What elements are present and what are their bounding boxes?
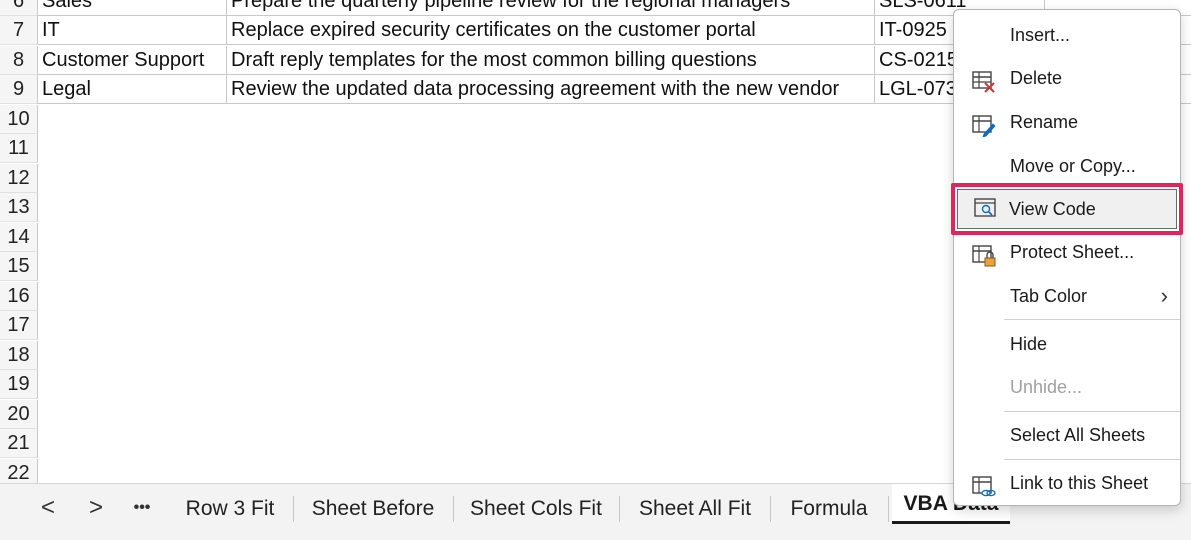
tab-formula[interactable]: Formula	[778, 492, 880, 526]
menu-divider	[1004, 459, 1180, 460]
menu-item-link-to-sheet[interactable]: Link to this Sheet	[954, 463, 1180, 503]
more-sheets-button[interactable]: •••	[124, 492, 160, 524]
row-number[interactable]: 17	[0, 311, 38, 340]
row-number[interactable]: 13	[0, 193, 38, 222]
row-number[interactable]: 20	[0, 400, 38, 429]
row-number[interactable]: 18	[0, 341, 38, 370]
tab-divider	[770, 496, 771, 522]
menu-divider	[1004, 411, 1180, 412]
tab-sheet-before[interactable]: Sheet Before	[302, 492, 444, 526]
menu-item-label: Tab Color	[1010, 286, 1088, 306]
menu-item-move-or-copy[interactable]: Move or Copy...	[954, 146, 1180, 186]
row-number[interactable]: 14	[0, 223, 38, 252]
menu-item-insert[interactable]: Insert...	[954, 15, 1180, 55]
cell-department[interactable]: Customer Support	[38, 46, 227, 75]
menu-item-rename[interactable]: Rename	[954, 102, 1180, 142]
menu-item-protect-sheet[interactable]: Protect Sheet...	[954, 232, 1180, 272]
cell-task[interactable]: Replace expired security certificates on…	[227, 16, 875, 45]
menu-item-label: Rename	[1010, 112, 1079, 132]
menu-item-label: Select All Sheets	[1010, 425, 1146, 445]
tab-divider	[888, 496, 889, 522]
menu-item-label: Delete	[1010, 68, 1063, 88]
next-sheet-button[interactable]: >	[78, 492, 114, 524]
menu-item-label: Unhide...	[1010, 377, 1083, 397]
tab-divider	[453, 496, 454, 522]
tab-sheet-all-fit[interactable]: Sheet All Fit	[628, 492, 762, 526]
tab-divider	[293, 496, 294, 522]
highlight-box	[951, 183, 1183, 235]
protect-sheet-icon	[972, 241, 996, 267]
row-number[interactable]: 7	[0, 16, 38, 45]
row-number[interactable]: 10	[0, 105, 38, 134]
row-number[interactable]: 8	[0, 46, 38, 75]
menu-item-hide[interactable]: Hide	[954, 324, 1180, 364]
previous-sheet-button[interactable]: <	[30, 492, 66, 524]
sheet-context-menu: Insert... Delete Rename Move or Copy... …	[953, 9, 1181, 506]
row-number[interactable]: 21	[0, 429, 38, 458]
menu-item-tab-color[interactable]: Tab Color ›	[954, 276, 1180, 316]
menu-item-label: Move or Copy...	[1010, 156, 1136, 176]
row-number[interactable]: 11	[0, 134, 38, 163]
menu-item-label: Hide	[1010, 334, 1048, 354]
cell-task[interactable]: Review the updated data processing agree…	[227, 75, 875, 104]
row-number[interactable]: 22	[0, 459, 38, 483]
cell-department[interactable]: Legal	[38, 75, 227, 104]
tab-row-3-fit[interactable]: Row 3 Fit	[176, 492, 284, 526]
menu-item-delete[interactable]: Delete	[954, 58, 1180, 98]
cell-department[interactable]: Sales	[38, 0, 227, 16]
menu-item-select-all-sheets[interactable]: Select All Sheets	[954, 415, 1180, 455]
menu-item-label: Link to this Sheet	[1010, 473, 1149, 493]
delete-sheet-icon	[972, 67, 996, 93]
row-number[interactable]: 16	[0, 282, 38, 311]
cell-department[interactable]: IT	[38, 16, 227, 45]
cell-task[interactable]: Prepare the quarterly pipeline review fo…	[227, 0, 875, 16]
row-number[interactable]: 12	[0, 164, 38, 193]
tab-sheet-cols-fit[interactable]: Sheet Cols Fit	[462, 492, 610, 526]
link-sheet-icon	[972, 472, 996, 497]
row-number[interactable]: 19	[0, 370, 38, 399]
menu-item-unhide: Unhide...	[954, 367, 1180, 407]
chevron-right-icon: ›	[1160, 283, 1168, 308]
row-number[interactable]: 9	[0, 75, 38, 104]
tab-divider	[619, 496, 620, 522]
row-number[interactable]: 6	[0, 0, 38, 16]
cell-task[interactable]: Draft reply templates for the most commo…	[227, 46, 875, 75]
rename-sheet-icon	[972, 111, 996, 138]
menu-item-label: Insert...	[1010, 25, 1071, 45]
menu-item-label: Protect Sheet...	[1010, 242, 1135, 262]
row-number[interactable]: 15	[0, 252, 38, 281]
menu-divider	[1004, 319, 1180, 320]
